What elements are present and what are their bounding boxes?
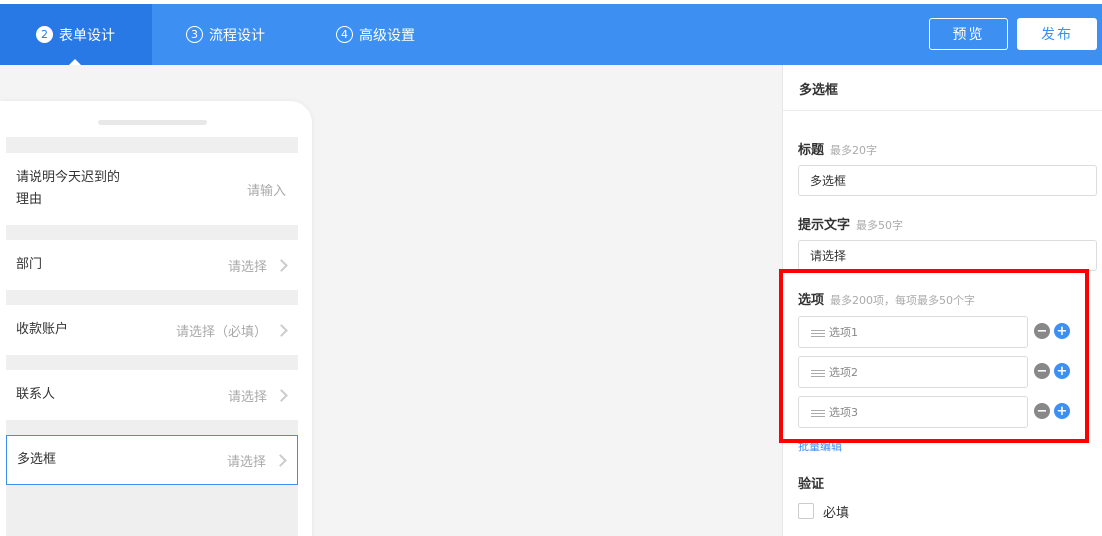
tab-label: 高级设置	[359, 27, 415, 44]
add-option-icon[interactable]: +	[1054, 403, 1070, 419]
option-input[interactable]: 选项3	[798, 396, 1028, 428]
option-input[interactable]: 选项2	[798, 356, 1028, 388]
prompt-label-text: 提示文字	[798, 218, 851, 233]
phone-screen: 请说明今天迟到的理由 请输入 部门 请选择 收款账户 请选择（必填） 联系人 请…	[6, 137, 298, 536]
tab-form-design[interactable]: 2 表单设计	[0, 4, 152, 65]
remove-option-icon[interactable]: −	[1034, 363, 1050, 379]
remove-option-icon[interactable]: −	[1034, 323, 1050, 339]
title-input[interactable]: 多选框	[798, 165, 1097, 196]
drag-handle-icon[interactable]	[811, 330, 825, 337]
options-hint: 最多200项，每项最多50个字	[830, 294, 976, 307]
tab-flow-design[interactable]: 3 流程设计	[186, 4, 265, 65]
options-label-text: 选项	[798, 293, 825, 308]
properties-panel: 多选框 标题 最多20字 多选框 提示文字 最多50字 请选择 选项 最多200项，每…	[782, 65, 1102, 536]
active-tab-caret-icon	[69, 59, 81, 65]
chevron-right-icon	[275, 388, 288, 402]
prompt-input[interactable]: 请选择	[798, 240, 1097, 271]
form-row-checkbox-group[interactable]: 多选框 请选择	[6, 435, 298, 485]
form-row-contact[interactable]: 联系人 请选择	[6, 370, 298, 420]
form-row-placeholder: 请输入	[246, 183, 286, 199]
batch-edit-link[interactable]: 批量编辑	[798, 438, 842, 454]
prompt-hint: 最多50字	[856, 219, 904, 232]
chevron-right-icon	[275, 258, 288, 272]
option-text: 选项3	[829, 406, 858, 419]
title-hint: 最多20字	[830, 144, 878, 157]
add-option-icon[interactable]: +	[1054, 363, 1070, 379]
step-number: 2	[36, 26, 53, 43]
form-row-label: 多选框	[17, 452, 57, 467]
step-number: 3	[186, 26, 203, 43]
chevron-right-icon	[274, 453, 287, 467]
tab-label: 流程设计	[209, 27, 265, 44]
validation-label: 验证	[798, 477, 825, 492]
form-row-department[interactable]: 部门 请选择	[6, 240, 298, 290]
form-row-late-reason[interactable]: 请说明今天迟到的理由 请输入	[6, 153, 298, 225]
publish-button[interactable]: 发布	[1017, 18, 1097, 50]
form-row-placeholder: 请选择	[226, 454, 266, 470]
option-input[interactable]: 选项1	[798, 316, 1028, 348]
panel-title: 多选框	[799, 83, 839, 98]
phone-preview: 请说明今天迟到的理由 请输入 部门 请选择 收款账户 请选择（必填） 联系人 请…	[0, 101, 312, 536]
form-row-placeholder: 请选择（必填）	[175, 324, 267, 340]
step-number: 4	[336, 26, 353, 43]
form-row-label: 部门	[16, 257, 43, 272]
drag-handle-icon[interactable]	[811, 410, 825, 417]
prompt-field-label: 提示文字 最多50字	[798, 214, 903, 233]
top-nav-bar: 2 表单设计 3 流程设计 4 高级设置 预览 发布	[0, 4, 1102, 65]
drag-handle-icon[interactable]	[811, 370, 825, 377]
required-label: 必填	[823, 506, 850, 521]
remove-option-icon[interactable]: −	[1034, 403, 1050, 419]
tab-advanced-settings[interactable]: 4 高级设置	[336, 4, 415, 65]
chevron-right-icon	[275, 323, 288, 337]
form-row-label: 收款账户	[16, 322, 69, 337]
panel-divider	[783, 110, 1102, 111]
required-checkbox[interactable]	[798, 503, 814, 519]
option-text: 选项1	[829, 326, 858, 339]
preview-button[interactable]: 预览	[929, 18, 1008, 50]
form-row-placeholder: 请选择	[227, 259, 267, 275]
title-field-label: 标题 最多20字	[798, 139, 877, 158]
form-row-label: 联系人	[16, 387, 56, 402]
title-label-text: 标题	[798, 143, 825, 158]
add-option-icon[interactable]: +	[1054, 323, 1070, 339]
options-field-label: 选项 最多200项，每项最多50个字	[798, 289, 975, 308]
phone-speaker	[98, 120, 207, 125]
option-text: 选项2	[829, 366, 858, 379]
form-row-placeholder: 请选择	[227, 389, 267, 405]
tab-label: 表单设计	[59, 27, 115, 44]
form-row-label: 请说明今天迟到的理由	[16, 170, 121, 207]
form-row-payee-account[interactable]: 收款账户 请选择（必填）	[6, 305, 298, 355]
